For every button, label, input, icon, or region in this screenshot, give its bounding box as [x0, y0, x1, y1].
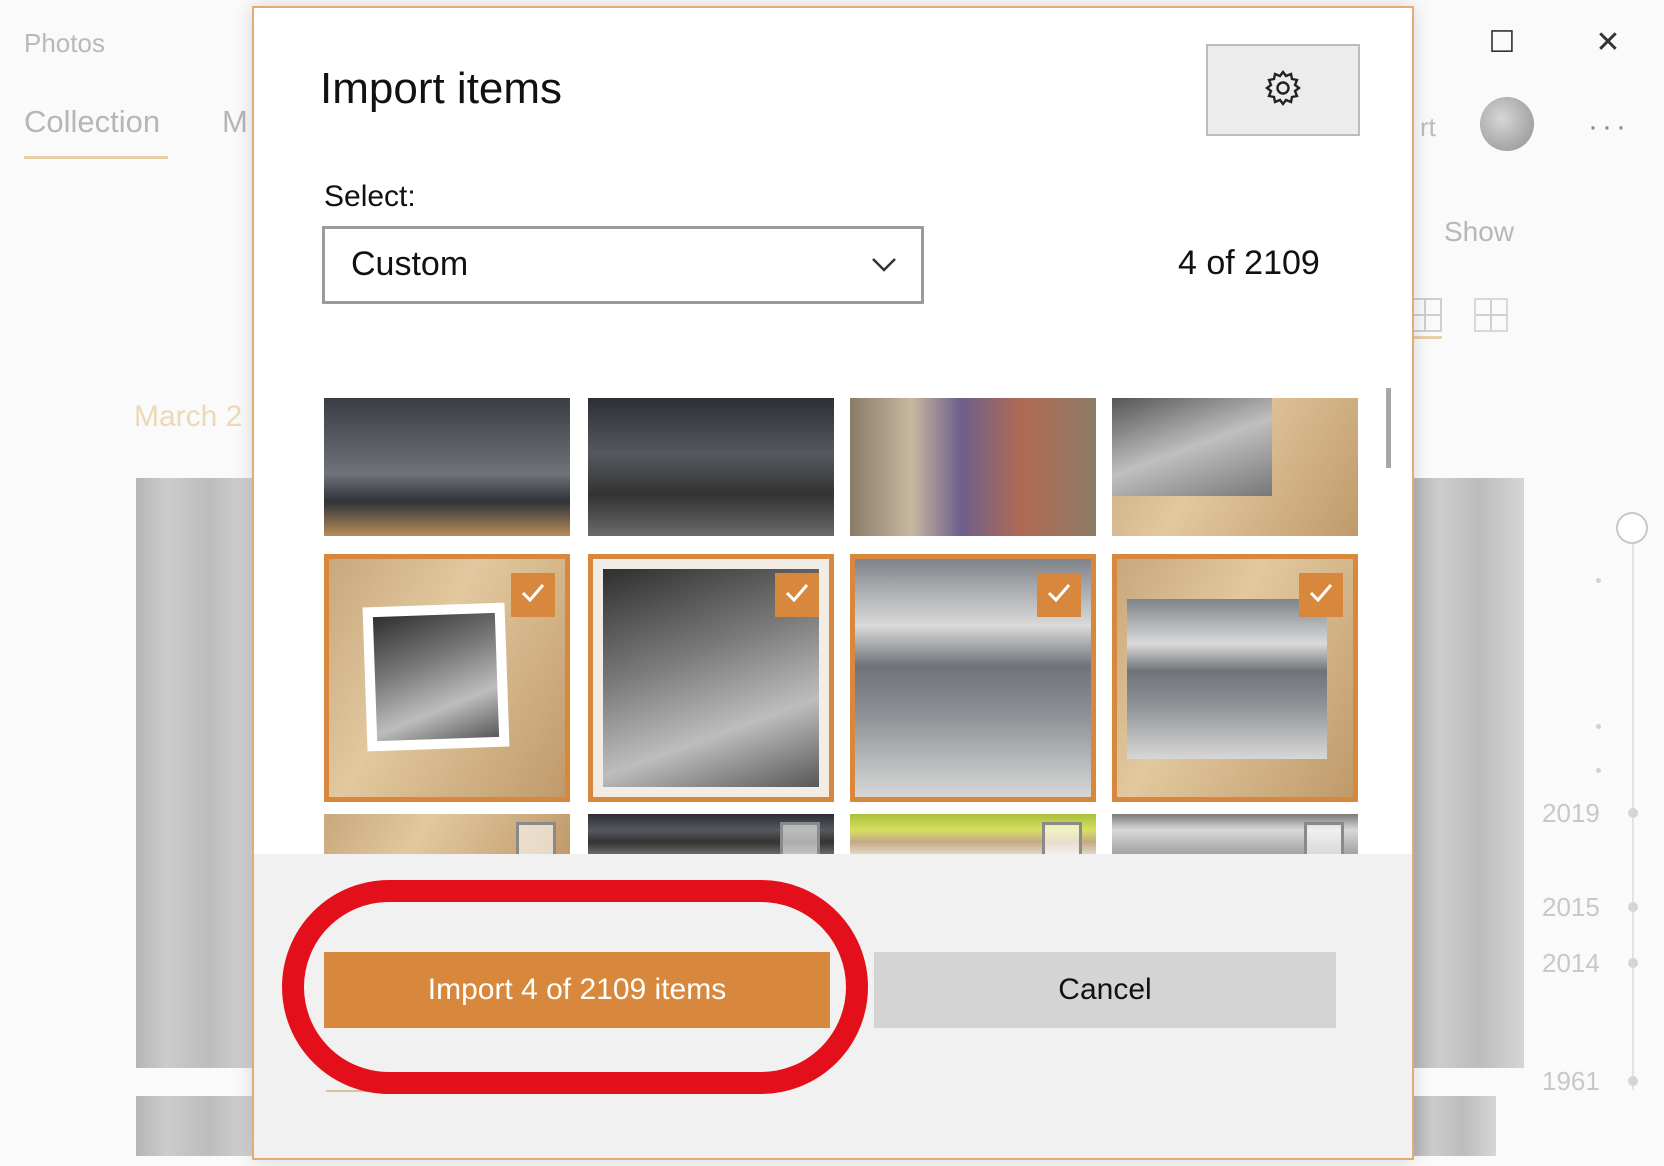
avatar[interactable]	[1480, 97, 1534, 151]
thumbnail-selected[interactable]	[324, 554, 570, 802]
unselected-checkbox[interactable]	[1304, 822, 1344, 854]
thumbnail-selected[interactable]	[588, 554, 834, 802]
background-photo-right-lower[interactable]	[1412, 1096, 1496, 1156]
photo-print-image	[1127, 599, 1327, 759]
photo-print	[362, 602, 510, 752]
photo-print-image	[372, 612, 500, 742]
check-icon	[782, 578, 812, 613]
timeline-tick	[1596, 578, 1601, 583]
timeline-year-label[interactable]: 2019	[1542, 798, 1600, 829]
dialog-title: Import items	[320, 64, 563, 113]
timeline-tick	[1596, 768, 1601, 773]
app-title: Photos	[24, 28, 105, 58]
selected-count: 4 of 2109	[1178, 244, 1320, 282]
selected-checkbox[interactable]	[1299, 573, 1343, 617]
check-icon	[518, 578, 548, 613]
check-icon	[1306, 578, 1336, 613]
thumbnail-image	[1112, 398, 1358, 536]
background-photo-right[interactable]	[1412, 478, 1524, 1068]
timeline-scrubber-handle[interactable]	[1616, 512, 1648, 544]
small-grid-view-icon[interactable]	[1474, 298, 1508, 332]
show-filter-label[interactable]: Show	[1444, 216, 1514, 248]
maximize-icon: ☐	[1488, 25, 1516, 59]
thumbnail[interactable]	[1112, 814, 1358, 854]
partial-toolbar-label[interactable]: rt	[1420, 112, 1436, 143]
tab-collection[interactable]: Collection	[24, 104, 160, 140]
thumbnail[interactable]	[850, 814, 1096, 854]
select-dropdown[interactable]: Custom	[322, 226, 924, 304]
unselected-checkbox[interactable]	[516, 822, 556, 854]
more-options-button[interactable]: ···	[1588, 110, 1630, 144]
timeline-year-label[interactable]: 1961	[1542, 1066, 1600, 1097]
timeline-year-dot	[1628, 1076, 1638, 1086]
timeline-tick	[1596, 724, 1601, 729]
timeline-year-dot	[1628, 808, 1638, 818]
tab-active-indicator	[24, 156, 168, 159]
chevron-down-icon	[869, 249, 899, 284]
unselected-checkbox[interactable]	[780, 822, 820, 854]
selected-checkbox[interactable]	[1037, 573, 1081, 617]
selected-checkbox[interactable]	[511, 573, 555, 617]
tab-partial[interactable]: M	[222, 104, 248, 140]
thumbnail[interactable]	[588, 398, 834, 536]
background-photo-left-lower[interactable]	[136, 1096, 258, 1156]
thumbnail-scrollbar[interactable]	[1386, 388, 1391, 468]
thumbnail-image	[588, 398, 834, 536]
timeline-year-dot	[1628, 958, 1638, 968]
thumbnail-selected[interactable]	[1112, 554, 1358, 802]
cancel-button[interactable]: Cancel	[874, 952, 1336, 1028]
date-header: March 2	[134, 400, 243, 433]
thumbnail[interactable]	[324, 398, 570, 536]
photo-print	[1112, 398, 1272, 496]
thumbnail-image	[850, 398, 1096, 536]
timeline-year-label[interactable]: 2015	[1542, 892, 1600, 923]
unselected-checkbox[interactable]	[1042, 822, 1082, 854]
thumbnail-selected[interactable]	[850, 554, 1096, 802]
maximize-button[interactable]: ☐	[1480, 20, 1524, 64]
thumbnail[interactable]	[324, 814, 570, 854]
selected-checkbox[interactable]	[775, 573, 819, 617]
thumbnail[interactable]	[850, 398, 1096, 536]
timeline-year-dot	[1628, 902, 1638, 912]
check-icon	[1044, 578, 1074, 613]
close-icon: ✕	[1595, 25, 1621, 59]
timeline-year-label[interactable]: 2014	[1542, 948, 1600, 979]
thumbnail[interactable]	[1112, 398, 1358, 536]
select-label: Select:	[324, 180, 416, 213]
thumbnail-image	[324, 398, 570, 536]
background-photo-left[interactable]	[136, 478, 258, 1068]
settings-button[interactable]	[1206, 44, 1360, 136]
select-value: Custom	[351, 245, 469, 283]
thumbnail[interactable]	[588, 814, 834, 854]
gear-icon	[1263, 68, 1303, 113]
highlight-annotation	[282, 880, 868, 1094]
close-button[interactable]: ✕	[1586, 20, 1630, 64]
